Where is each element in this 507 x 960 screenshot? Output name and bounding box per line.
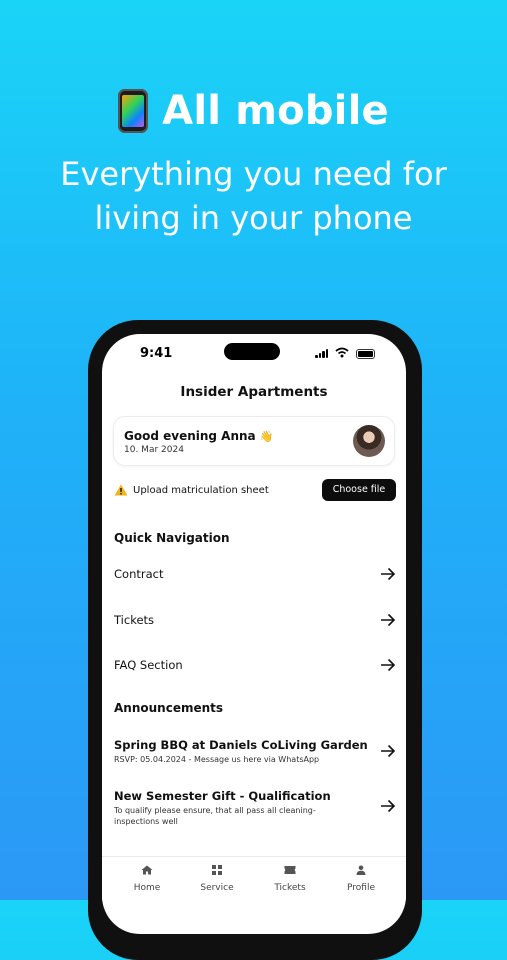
tab-label: Profile bbox=[347, 883, 375, 893]
grid-icon bbox=[212, 865, 222, 875]
tab-home[interactable]: Home bbox=[117, 865, 177, 893]
app-title: Insider Apartments bbox=[180, 384, 328, 400]
status-time: 9:41 bbox=[140, 346, 173, 361]
tab-label: Service bbox=[200, 883, 234, 893]
announcement-subtitle: To qualify please ensure, that all pass … bbox=[114, 806, 316, 826]
mobile-phone-icon bbox=[118, 89, 149, 133]
hero-subtitle: Everything you need for living in your p… bbox=[0, 152, 507, 240]
nav-item-label: Tickets bbox=[114, 613, 155, 627]
announcement-item[interactable]: Spring BBQ at Daniels CoLiving Garden RS… bbox=[114, 738, 396, 765]
tab-bar: Home Service Tickets Profile bbox=[102, 856, 406, 901]
announcement-title: Spring BBQ at Daniels CoLiving Garden bbox=[114, 738, 368, 752]
avatar[interactable] bbox=[353, 425, 385, 457]
tab-tickets[interactable]: Tickets bbox=[260, 865, 320, 893]
person-icon bbox=[356, 865, 366, 875]
tab-profile[interactable]: Profile bbox=[331, 865, 391, 893]
phone-screen: 9:41 Insider Apartments Good evening Ann… bbox=[102, 334, 406, 934]
dynamic-island bbox=[224, 343, 280, 360]
greeting-text-row: Good evening Anna 👋 bbox=[124, 429, 274, 443]
quick-navigation-heading: Quick Navigation bbox=[114, 531, 230, 545]
hero-title: All mobile bbox=[0, 88, 507, 134]
announcement-subtitle: RSVP: 05.04.2024 - Message us here via W… bbox=[114, 755, 320, 764]
nav-item-label: FAQ Section bbox=[114, 658, 183, 672]
waving-hand-icon: 👋 bbox=[259, 430, 274, 443]
nav-item-contract[interactable]: Contract bbox=[114, 565, 396, 585]
announcements-heading: Announcements bbox=[114, 701, 224, 715]
announcement-item[interactable]: New Semester Gift - Qualification To qua… bbox=[114, 789, 396, 827]
greeting-date: 10. Mar 2024 bbox=[124, 445, 184, 455]
battery-icon bbox=[356, 349, 375, 359]
hero-subtitle-line-2: living in your phone bbox=[94, 199, 413, 237]
nav-item-label: Contract bbox=[114, 567, 164, 581]
greeting-card: Good evening Anna 👋 10. Mar 2024 bbox=[113, 416, 395, 466]
arrow-right-icon bbox=[381, 658, 396, 672]
status-bar: 9:41 bbox=[102, 343, 406, 361]
tab-service[interactable]: Service bbox=[187, 865, 247, 893]
tab-label: Tickets bbox=[274, 883, 306, 893]
upload-label: Upload matriculation sheet bbox=[133, 485, 269, 496]
signal-icon bbox=[315, 349, 329, 358]
choose-file-button[interactable]: Choose file bbox=[322, 479, 396, 501]
hero-subtitle-line-1: Everything you need for bbox=[60, 155, 447, 193]
announcement-title: New Semester Gift - Qualification bbox=[114, 789, 331, 803]
nav-item-tickets[interactable]: Tickets bbox=[114, 611, 396, 631]
tab-label: Home bbox=[133, 883, 161, 893]
greeting-text: Good evening Anna bbox=[124, 429, 256, 443]
warning-icon bbox=[114, 484, 128, 496]
arrow-right-icon bbox=[381, 567, 396, 581]
arrow-right-icon bbox=[381, 613, 396, 627]
arrow-right-icon bbox=[381, 799, 396, 813]
nav-item-faq[interactable]: FAQ Section bbox=[114, 656, 396, 676]
arrow-right-icon bbox=[381, 744, 396, 758]
wifi-icon bbox=[335, 347, 349, 358]
upload-row: Upload matriculation sheet Choose file bbox=[114, 479, 396, 503]
hero-title-text: All mobile bbox=[162, 88, 389, 134]
ticket-icon bbox=[284, 866, 296, 874]
home-icon bbox=[141, 865, 153, 875]
